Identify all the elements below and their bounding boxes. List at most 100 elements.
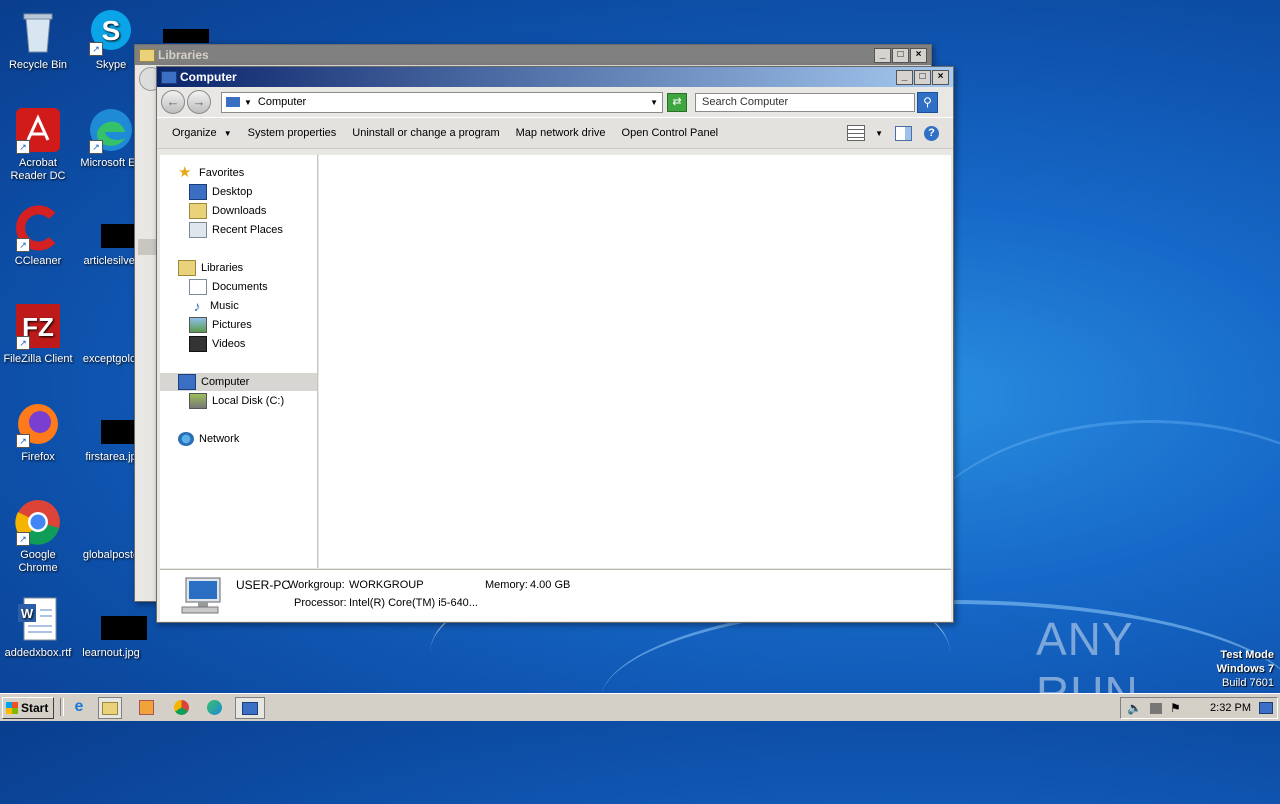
help-icon[interactable]: ? bbox=[924, 125, 939, 141]
system-tray: 🔈 ⚑ 2:32 PM bbox=[1120, 697, 1278, 719]
desktop-icon-label: FileZilla Client bbox=[3, 353, 73, 365]
nav-documents[interactable]: Documents bbox=[189, 278, 268, 296]
nav-music[interactable]: ♪ Music bbox=[189, 297, 239, 315]
network-tray-icon[interactable] bbox=[1149, 702, 1162, 714]
computer-icon bbox=[161, 70, 177, 84]
libraries-titlebar[interactable]: Libraries _ □ × bbox=[135, 45, 931, 65]
refresh-button[interactable]: ⇄ bbox=[667, 92, 687, 112]
test-mode-line: Test Mode bbox=[1220, 649, 1274, 661]
computer-icon bbox=[242, 701, 258, 715]
explorer-taskbar-button[interactable] bbox=[98, 697, 122, 719]
computer-window[interactable]: Computer _ □ × ← → ▼ Computer ▼ ⇄ Search… bbox=[156, 66, 954, 623]
start-button[interactable]: Start bbox=[2, 697, 54, 719]
libraries-icon bbox=[178, 260, 196, 276]
flag-icon[interactable]: ⚑ bbox=[1170, 701, 1181, 715]
word-document-icon: W bbox=[14, 596, 62, 644]
nav-recent-places[interactable]: Recent Places bbox=[189, 221, 283, 239]
desktop-icon-filezilla[interactable]: FZ ↗ FileZilla Client bbox=[0, 302, 76, 366]
internet-explorer-button[interactable]: e bbox=[68, 697, 90, 717]
redacted-block bbox=[163, 29, 209, 43]
edge-taskbar-button[interactable] bbox=[203, 697, 225, 717]
nav-network[interactable]: Network bbox=[178, 430, 239, 448]
content-pane[interactable] bbox=[319, 155, 951, 568]
skype-icon: S ↗ bbox=[87, 8, 135, 56]
show-desktop-icon[interactable] bbox=[1259, 702, 1273, 714]
desktop-icon-label: firstarea.jp bbox=[85, 451, 137, 463]
forward-button[interactable]: → bbox=[187, 90, 211, 114]
desktop-icon-recycle-bin[interactable]: Recycle Bin bbox=[0, 8, 76, 72]
nav-videos[interactable]: Videos bbox=[189, 335, 245, 353]
uninstall-program-button[interactable]: Uninstall or change a program bbox=[344, 127, 507, 139]
nav-downloads[interactable]: Downloads bbox=[189, 202, 266, 220]
clock[interactable]: 2:32 PM bbox=[1210, 702, 1251, 714]
minimize-button[interactable]: _ bbox=[874, 47, 891, 63]
pictures-icon bbox=[189, 317, 207, 333]
edge-icon bbox=[206, 699, 222, 715]
nav-desktop[interactable]: Desktop bbox=[189, 183, 252, 201]
nav-selection bbox=[138, 239, 156, 255]
computer-icon bbox=[226, 97, 240, 107]
organize-menu[interactable]: Organize ▼ bbox=[164, 127, 240, 139]
memory-label: Memory: bbox=[485, 579, 528, 591]
computer-titlebar[interactable]: Computer _ □ × bbox=[157, 67, 953, 87]
media-player-button[interactable] bbox=[135, 697, 157, 717]
address-text: Computer bbox=[257, 96, 307, 108]
desktop-icon-acrobat[interactable]: ↗ Acrobat Reader DC bbox=[0, 106, 76, 183]
ccleaner-icon: ↗ bbox=[14, 204, 62, 252]
desktop-icon-addedxbox[interactable]: W addedxbox.rtf bbox=[0, 596, 76, 660]
map-network-drive-button[interactable]: Map network drive bbox=[508, 127, 614, 139]
window-title: Computer bbox=[180, 70, 237, 84]
nav-computer[interactable]: Computer bbox=[160, 373, 317, 391]
desktop-icon-firefox[interactable]: ↗ Firefox bbox=[0, 400, 76, 464]
nav-pictures[interactable]: Pictures bbox=[189, 316, 252, 334]
recycle-bin-icon bbox=[14, 8, 62, 56]
desktop-icon-label: Microsoft Ed bbox=[80, 157, 142, 169]
volume-icon[interactable]: 🔈 bbox=[1127, 701, 1142, 715]
chevron-right-icon[interactable]: ▼ bbox=[244, 98, 252, 107]
chevron-down-icon[interactable]: ▼ bbox=[650, 98, 658, 107]
nav-libraries[interactable]: Libraries bbox=[178, 259, 243, 277]
preview-pane-icon[interactable] bbox=[895, 125, 912, 141]
anyrun-watermark: ANY RUN bbox=[1036, 612, 1236, 719]
memory-value: 4.00 GB bbox=[530, 579, 571, 591]
shortcut-arrow-icon: ↗ bbox=[16, 532, 30, 546]
search-input[interactable]: Search Computer bbox=[695, 92, 915, 112]
acrobat-icon: ↗ bbox=[14, 106, 62, 154]
address-bar-row: ← → ▼ Computer ▼ ⇄ Search Computer ⚲ bbox=[157, 87, 953, 117]
command-bar: Organize ▼ System properties Uninstall o… bbox=[157, 117, 953, 149]
shortcut-arrow-icon: ↗ bbox=[89, 140, 103, 154]
documents-icon bbox=[189, 279, 207, 295]
back-button[interactable]: ← bbox=[161, 90, 185, 114]
chrome-icon bbox=[173, 699, 189, 715]
computer-icon bbox=[178, 374, 196, 390]
desktop-icon-learnout[interactable]: learnout.jpg bbox=[73, 596, 149, 660]
maximize-button[interactable]: □ bbox=[914, 69, 931, 85]
desktop-icon-ccleaner[interactable]: ↗ CCleaner bbox=[0, 204, 76, 268]
maximize-button[interactable]: □ bbox=[892, 47, 909, 63]
computer-taskbar-button[interactable] bbox=[235, 697, 265, 719]
quick-launch-divider bbox=[60, 698, 64, 716]
chrome-taskbar-button[interactable] bbox=[170, 697, 192, 717]
close-button[interactable]: × bbox=[932, 69, 949, 85]
open-control-panel-button[interactable]: Open Control Panel bbox=[614, 127, 727, 139]
system-properties-button[interactable]: System properties bbox=[240, 127, 345, 139]
close-button[interactable]: × bbox=[910, 47, 927, 63]
details-pane: USER-PC Workgroup: WORKGROUP Memory: 4.0… bbox=[160, 569, 951, 621]
hard-drive-icon bbox=[189, 393, 207, 409]
windows-version-line: Windows 7 bbox=[1216, 663, 1274, 675]
address-bar[interactable]: ▼ Computer ▼ bbox=[221, 91, 663, 113]
start-label: Start bbox=[21, 701, 49, 715]
nav-local-disk[interactable]: Local Disk (C:) bbox=[189, 392, 284, 410]
nav-favorites[interactable]: ★ Favorites bbox=[178, 164, 244, 182]
desktop-icon-label: Google Chrome bbox=[18, 549, 58, 574]
desktop-icon-chrome[interactable]: ↗ Google Chrome bbox=[0, 498, 76, 575]
chevron-down-icon[interactable]: ▼ bbox=[875, 129, 883, 138]
minimize-button[interactable]: _ bbox=[896, 69, 913, 85]
firefox-icon: ↗ bbox=[14, 400, 62, 448]
videos-icon bbox=[189, 336, 207, 352]
desktop-icon bbox=[189, 184, 207, 200]
search-icon[interactable]: ⚲ bbox=[917, 91, 938, 113]
recent-places-icon bbox=[189, 222, 207, 238]
view-options-icon[interactable] bbox=[847, 125, 866, 141]
window-title: Libraries bbox=[158, 48, 209, 62]
